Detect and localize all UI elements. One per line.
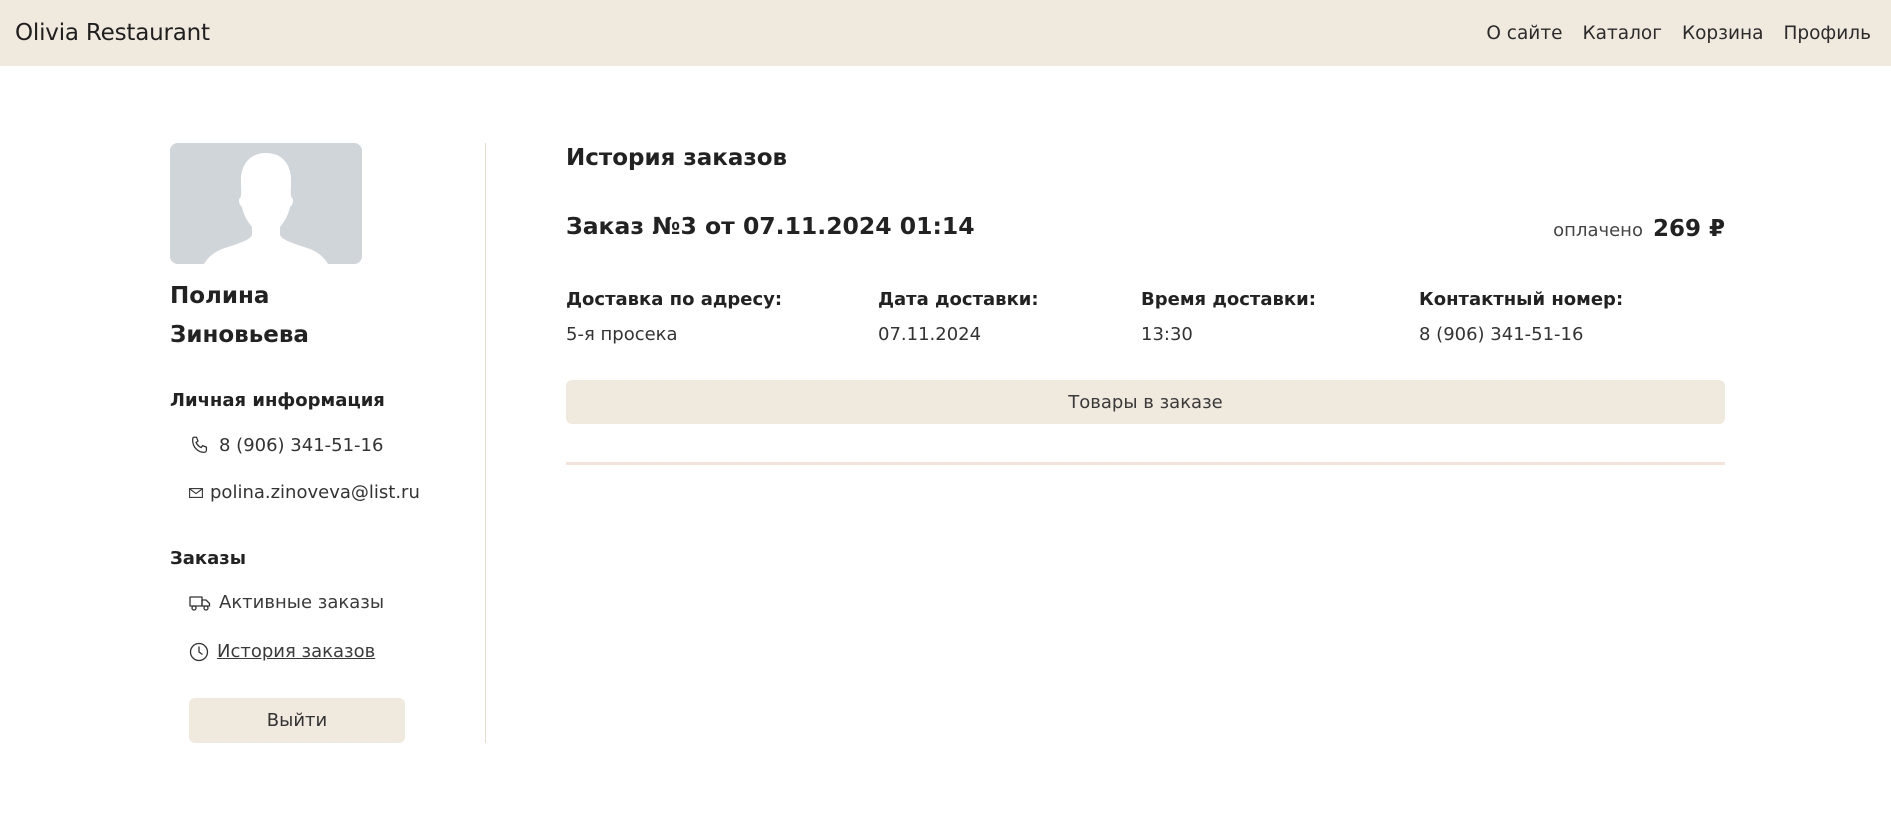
active-orders-label: Активные заказы: [219, 592, 385, 613]
contact-number-detail: Контактный номер: 8 (906) 341-51-16: [1419, 289, 1623, 345]
detail-label: Время доставки:: [1141, 289, 1316, 310]
envelope-icon: [189, 487, 203, 499]
user-silhouette-icon: [170, 143, 362, 264]
detail-label: Дата доставки:: [878, 289, 1039, 310]
phone-icon: [189, 434, 211, 456]
phone-text: 8 (906) 341-51-16: [219, 434, 384, 456]
page-title: История заказов: [566, 145, 788, 171]
user-first-name: Полина: [170, 283, 270, 309]
column-divider: [485, 143, 486, 743]
detail-label: Доставка по адресу:: [566, 289, 783, 310]
logout-button[interactable]: Выйти: [189, 698, 405, 743]
clock-icon: [189, 642, 209, 662]
delivery-time-detail: Время доставки: 13:30: [1141, 289, 1316, 345]
avatar: [170, 143, 362, 264]
navbar: Olivia Restaurant О сайте Каталог Корзин…: [0, 0, 1891, 66]
detail-value: 5-я просека: [566, 324, 678, 345]
order-divider: [566, 462, 1725, 465]
detail-label: Контактный номер:: [1419, 289, 1624, 310]
nav-link-catalog[interactable]: Каталог: [1583, 23, 1662, 44]
truck-icon: [189, 594, 211, 612]
payment-status-label: оплачено: [1553, 220, 1643, 241]
detail-value: 13:30: [1141, 324, 1193, 345]
active-orders-link[interactable]: Активные заказы: [189, 592, 384, 613]
order-history-label: История заказов: [217, 641, 376, 662]
personal-info-heading: Личная информация: [170, 390, 385, 411]
email-text: polina.zinoveva@list.ru: [210, 482, 420, 503]
brand-logo-link[interactable]: Olivia Restaurant: [15, 20, 210, 46]
order-title: Заказ №3 от 07.11.2024 01:14: [566, 212, 975, 240]
email-row: polina.zinoveva@list.ru: [189, 482, 420, 503]
order-history-link[interactable]: История заказов: [189, 641, 375, 662]
payment-status: оплачено 269 ₽: [1553, 216, 1725, 242]
delivery-date-detail: Дата доставки: 07.11.2024: [878, 289, 1039, 345]
phone-row: 8 (906) 341-51-16: [189, 434, 383, 456]
detail-value: 8 (906) 341-51-16: [1419, 324, 1584, 345]
detail-value: 07.11.2024: [878, 324, 982, 345]
nav-link-profile[interactable]: Профиль: [1783, 23, 1871, 44]
nav-links: О сайте Каталог Корзина Профиль: [1486, 23, 1871, 44]
delivery-address-detail: Доставка по адресу: 5-я просека: [566, 289, 782, 345]
order-total-amount: 269 ₽: [1652, 216, 1725, 242]
nav-link-cart[interactable]: Корзина: [1682, 23, 1764, 44]
order-items-button[interactable]: Товары в заказе: [566, 380, 1725, 424]
user-last-name: Зиновьева: [170, 322, 309, 348]
orders-heading: Заказы: [170, 548, 247, 569]
nav-link-about[interactable]: О сайте: [1486, 23, 1562, 44]
